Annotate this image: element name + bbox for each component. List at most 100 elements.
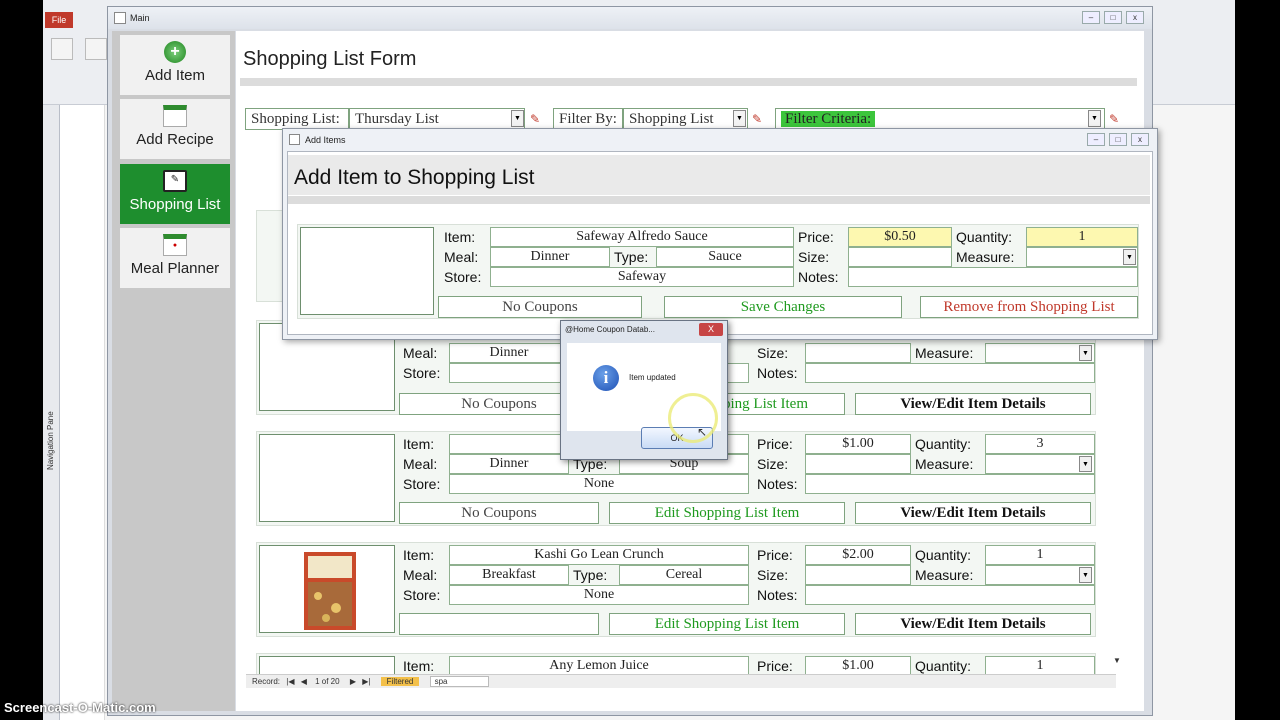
record-position-field[interactable]: 1 of 20 (315, 677, 339, 686)
quantity-label: Quantity: (956, 229, 1013, 245)
view-edit-item-details-button[interactable]: View/Edit Item Details (855, 502, 1091, 524)
edit-shopping-list-item-button[interactable]: Edit Shopping List Item (609, 613, 845, 635)
plus-icon: + (164, 41, 186, 63)
app-icon (114, 12, 126, 24)
store-label: Store: (444, 269, 482, 285)
size-field[interactable] (805, 454, 911, 474)
notes-field[interactable] (805, 585, 1095, 605)
cereal-box-image (304, 552, 356, 630)
close-icon[interactable]: x (1131, 133, 1149, 146)
item-label: Item: (403, 658, 435, 674)
item-field[interactable]: Any Lemon Juice (449, 656, 749, 674)
maximize-icon[interactable]: □ (1104, 11, 1122, 24)
pencil-icon[interactable]: ✎ (1109, 112, 1123, 126)
last-record-icon[interactable]: ▶| (362, 677, 370, 686)
price-label: Price: (757, 658, 793, 674)
chevron-down-icon[interactable]: ▼ (1079, 456, 1092, 472)
filter-by-combo[interactable]: Shopping List (623, 108, 748, 130)
first-record-icon[interactable]: |◀ (286, 677, 294, 686)
close-icon[interactable]: X (699, 323, 723, 336)
store-field[interactable]: Safeway (490, 267, 794, 287)
view-edit-item-details-button[interactable]: View/Edit Item Details (855, 393, 1091, 415)
meal-field[interactable]: Dinner (449, 343, 569, 363)
previous-record-icon[interactable]: ◀ (301, 677, 307, 686)
store-field[interactable]: None (449, 474, 749, 494)
notes-field[interactable] (805, 474, 1095, 494)
edit-shopping-list-item-button[interactable]: Edit Shopping List Item (609, 502, 845, 524)
maximize-icon[interactable]: □ (1109, 133, 1127, 146)
item-field[interactable]: Kashi Go Lean Crunch (449, 545, 749, 565)
item-label: Item: (444, 229, 476, 245)
pencil-icon[interactable]: ✎ (752, 112, 766, 126)
menu-item-meal-planner[interactable]: ● Meal Planner (120, 228, 230, 288)
save-changes-button[interactable]: Save Changes (664, 296, 902, 318)
meal-field[interactable]: Dinner (449, 454, 569, 474)
pencil-icon[interactable]: ✎ (530, 112, 544, 126)
measure-label: Measure: (915, 567, 974, 583)
chevron-down-icon[interactable]: ▼ (1123, 249, 1136, 265)
size-field[interactable] (805, 343, 911, 363)
no-coupons-button[interactable]: No Coupons (438, 296, 642, 318)
view-edit-item-details-button[interactable]: View/Edit Item Details (855, 613, 1091, 635)
info-icon: i (593, 365, 619, 391)
menu-item-label: Shopping List (129, 196, 221, 213)
meal-field[interactable]: Breakfast (449, 565, 569, 585)
notes-field[interactable] (805, 363, 1095, 383)
item-image (259, 656, 395, 674)
price-field[interactable]: $1.00 (805, 434, 911, 454)
type-field[interactable]: Sauce (656, 247, 794, 267)
filter-by-label: Filter By: (553, 108, 623, 130)
chevron-down-icon[interactable]: ▼ (1079, 345, 1092, 361)
shopping-list-combo[interactable]: Thursday List (349, 108, 525, 130)
price-field[interactable]: $2.00 (805, 545, 911, 565)
paste-icon (85, 38, 107, 60)
price-label: Price: (757, 547, 793, 563)
menu-item-shopping-list[interactable]: ✎ Shopping List (120, 164, 230, 224)
next-record-icon[interactable]: ▶ (350, 677, 356, 686)
chevron-down-icon[interactable]: ▼ (733, 110, 746, 127)
measure-label: Measure: (915, 456, 974, 472)
close-icon[interactable]: x (1126, 11, 1144, 24)
measure-label: Measure: (956, 249, 1015, 265)
chevron-down-icon[interactable]: ▼ (1079, 567, 1092, 583)
size-field[interactable] (848, 247, 952, 267)
search-input[interactable]: spa (429, 676, 489, 687)
minimize-icon[interactable]: – (1082, 11, 1100, 24)
heading-divider (288, 196, 1150, 204)
filter-bar: Shopping List: Thursday List ▼ ✎ Filter … (245, 108, 1131, 130)
quantity-field[interactable]: 1 (985, 545, 1095, 565)
menu-item-label: Meal Planner (130, 260, 220, 277)
meal-field[interactable]: Dinner (490, 247, 610, 267)
size-field[interactable] (805, 565, 911, 585)
notepad-icon: ✎ (163, 170, 187, 192)
filtered-toggle[interactable]: Filtered (380, 677, 420, 686)
remove-from-shopping-list-button[interactable]: Remove from Shopping List (920, 296, 1138, 318)
item-image (259, 545, 395, 633)
filter-criteria-field[interactable]: Filter Criteria: (775, 108, 1105, 130)
item-field[interactable]: Safeway Alfredo Sauce (490, 227, 794, 247)
scroll-down-icon[interactable]: ▼ (1110, 656, 1124, 674)
notes-label: Notes: (798, 269, 839, 285)
menu-item-add-recipe[interactable]: Add Recipe (120, 99, 230, 159)
notes-label: Notes: (757, 476, 798, 492)
coupons-button[interactable]: No Coupons (399, 502, 599, 524)
price-field[interactable]: $1.00 (805, 656, 911, 674)
quantity-field[interactable]: 3 (985, 434, 1095, 454)
quantity-field[interactable]: 1 (985, 656, 1095, 674)
item-label: Item: (403, 436, 435, 452)
filter-criteria-label: Filter Criteria: (781, 111, 876, 127)
menu-item-add-item[interactable]: + Add Item (120, 35, 230, 95)
background-datasheet (60, 105, 105, 720)
chevron-down-icon[interactable]: ▼ (511, 110, 524, 127)
view-button[interactable] (47, 38, 77, 78)
chevron-down-icon[interactable]: ▼ (1088, 110, 1101, 127)
measure-field[interactable] (1026, 247, 1138, 267)
coupons-button[interactable] (399, 613, 599, 635)
price-field[interactable]: $0.50 (848, 227, 952, 247)
file-tab[interactable]: File (45, 12, 73, 28)
quantity-field[interactable]: 1 (1026, 227, 1138, 247)
store-field[interactable]: None (449, 585, 749, 605)
notes-field[interactable] (848, 267, 1138, 287)
minimize-icon[interactable]: – (1087, 133, 1105, 146)
type-field[interactable]: Cereal (619, 565, 749, 585)
